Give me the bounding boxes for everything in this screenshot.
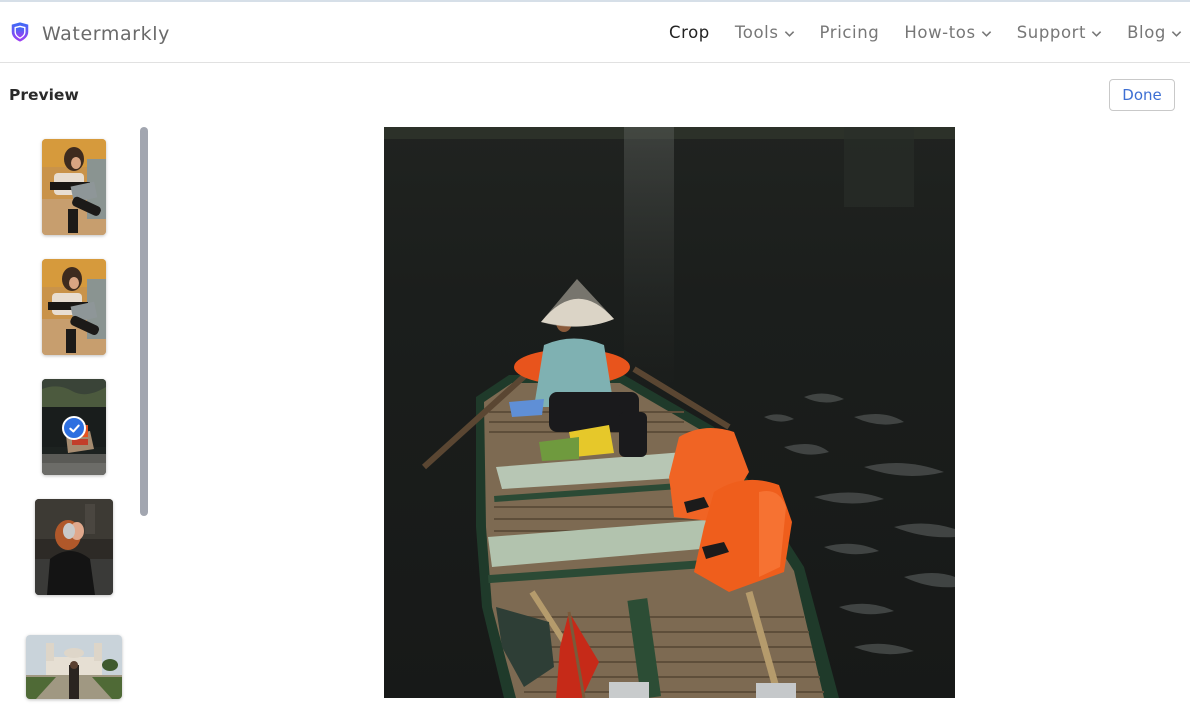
thumbnail-woman-palace[interactable] [26, 635, 122, 699]
check-circle-icon [62, 416, 86, 440]
nav-label: Support [1016, 23, 1087, 42]
done-button[interactable]: Done [1109, 79, 1175, 111]
thumbnail-image [26, 635, 122, 699]
app-name: Watermarkly [42, 23, 170, 45]
thumbnail-image [35, 499, 113, 595]
main-preview-image [384, 127, 955, 698]
shield-icon [9, 21, 31, 47]
nav-item-pricing[interactable]: Pricing [820, 21, 880, 45]
logo-link[interactable]: Watermarkly [9, 21, 170, 47]
boat-photo [384, 127, 955, 698]
nav-label: How-tos [904, 23, 976, 42]
thumbnail-image [42, 139, 106, 235]
thumbnail-woman-headphones[interactable] [35, 499, 113, 595]
nav-item-how-tos[interactable]: How-tos [904, 21, 991, 45]
nav-label: Tools [734, 23, 779, 42]
thumbnail-woman-laptop-2[interactable] [42, 259, 106, 355]
preview-heading: Preview [9, 86, 79, 104]
nav-label: Pricing [819, 23, 880, 42]
site-header: Watermarkly Crop Tools Pricing How-tos S… [0, 2, 1190, 63]
chevron-down-icon [1091, 28, 1102, 39]
thumbnail-image [42, 259, 106, 355]
chevron-down-icon [981, 28, 992, 39]
nav-item-support[interactable]: Support [1017, 21, 1102, 45]
nav-item-tools[interactable]: Tools [735, 21, 795, 45]
nav-item-crop[interactable]: Crop [669, 21, 710, 45]
nav-label: Blog [1127, 23, 1166, 42]
chevron-down-icon [1171, 28, 1182, 39]
chevron-down-icon [784, 28, 795, 39]
thumbnail-woman-laptop-1[interactable] [42, 139, 106, 235]
thumbnail-scrollbar[interactable] [140, 127, 148, 516]
nav-item-blog[interactable]: Blog [1127, 21, 1182, 45]
main-nav: Crop Tools Pricing How-tos Support Blog [644, 21, 1182, 45]
thumbnail-list [0, 126, 160, 711]
nav-label: Crop [668, 23, 710, 42]
thumbnail-boat-selected[interactable] [42, 379, 106, 475]
